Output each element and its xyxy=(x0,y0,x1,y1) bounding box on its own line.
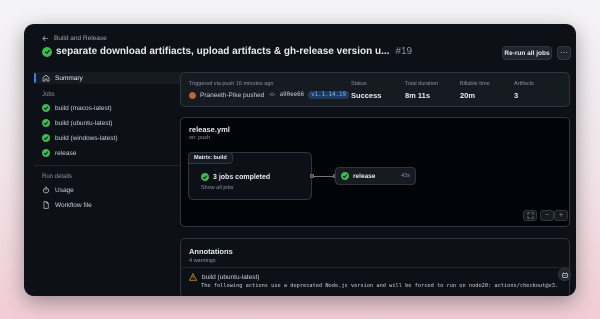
sidebar-item-label: build (ubuntu-latest) xyxy=(55,119,113,127)
file-icon xyxy=(42,201,50,209)
sidebar-item-label: Usage xyxy=(55,186,74,194)
success-check-icon xyxy=(341,172,349,180)
copilot-icon xyxy=(561,272,568,278)
release-job-label: release xyxy=(353,172,376,180)
annotations-divider xyxy=(181,267,569,268)
annotation-message: The following actions use a deprecated N… xyxy=(201,283,561,289)
more-options-button[interactable]: ··· xyxy=(557,46,571,60)
workflow-graph-card: release.yml on: push Matrix: build 3 job… xyxy=(180,117,570,227)
rerun-all-jobs-button[interactable]: Re-run all jobs xyxy=(502,46,552,60)
sidebar-item-label: build (macos-latest) xyxy=(55,104,112,112)
success-check-icon xyxy=(42,149,50,157)
sidebar-divider xyxy=(34,165,184,166)
back-label: Build and Release xyxy=(54,35,107,42)
sidebar-item-workflow-file[interactable]: Workflow file xyxy=(34,199,184,211)
annotations-card: Annotations 4 warnings build (ubuntu-lat… xyxy=(180,238,570,296)
duration-label: Total duration xyxy=(405,81,439,87)
sidebar-item-usage[interactable]: Usage xyxy=(34,184,184,196)
success-check-icon xyxy=(42,134,50,142)
billable-value: 20m xyxy=(460,91,476,100)
sidebar-item-release[interactable]: release xyxy=(34,147,184,159)
run-summary-card: Triggered via push 16 minutes ago Pranee… xyxy=(180,72,570,107)
stopwatch-icon xyxy=(42,186,50,194)
sidebar-item-label: build (windows-latest) xyxy=(55,134,118,142)
duration-value: 8m 11s xyxy=(405,91,431,100)
sidebar-item-label: Workflow file xyxy=(55,201,92,209)
fullscreen-icon xyxy=(527,212,533,219)
artifacts-label: Artifacts xyxy=(514,81,534,87)
status-label: Status xyxy=(351,81,367,87)
annotations-title: Annotations xyxy=(189,247,233,256)
version-tag[interactable]: v1.1.14.19 xyxy=(308,91,350,99)
sidebar-item-build-ubuntu[interactable]: build (ubuntu-latest) xyxy=(34,117,184,129)
status-value: Success xyxy=(351,91,382,100)
sidebar-item-label: release xyxy=(55,149,77,157)
home-icon xyxy=(42,74,50,82)
fullscreen-button[interactable] xyxy=(523,210,537,221)
app-window: Build and Release separate download arti… xyxy=(24,24,576,296)
warning-icon xyxy=(189,273,197,281)
annotations-count: 4 warnings xyxy=(189,258,216,264)
workflow-file-name: release.yml xyxy=(189,125,230,134)
run-title: separate download artifiacts, upload art… xyxy=(56,46,390,57)
workflow-trigger: on: push xyxy=(189,135,211,141)
trigger-text: Triggered via push 16 minutes ago xyxy=(189,81,274,87)
matrix-label: Matrix: build xyxy=(188,152,233,164)
avatar xyxy=(189,91,196,99)
billable-label: Billable time xyxy=(460,81,490,87)
annotation-job[interactable]: build (ubuntu-latest) xyxy=(189,273,259,281)
connector-dot xyxy=(310,174,314,178)
sidebar-item-summary[interactable]: Summary xyxy=(34,72,184,84)
zoom-in-button[interactable]: + xyxy=(554,210,568,221)
back-link[interactable]: Build and Release xyxy=(42,35,107,42)
show-all-jobs-link[interactable]: Show all jobs xyxy=(201,185,233,191)
success-check-icon xyxy=(42,119,50,127)
jobs-heading: Jobs xyxy=(42,92,55,98)
success-check-icon xyxy=(42,104,50,112)
sidebar-item-label: Summary xyxy=(55,74,83,82)
success-check-icon xyxy=(201,173,209,181)
jobs-completed-text: 3 jobs completed xyxy=(213,173,271,181)
run-details-heading: Run details xyxy=(42,174,73,180)
release-job-node[interactable]: release 43s xyxy=(335,167,416,185)
commit-hash[interactable]: a90ee66 xyxy=(280,92,304,98)
matrix-status[interactable]: 3 jobs completed xyxy=(201,173,270,181)
sidebar: Summary Jobs build (macos-latest) build … xyxy=(34,72,184,214)
sidebar-item-build-windows[interactable]: build (windows-latest) xyxy=(34,132,184,144)
sidebar-item-build-macos[interactable]: build (macos-latest) xyxy=(34,102,184,114)
pusher-name[interactable]: Praneeth-Pike pushed xyxy=(200,92,264,99)
page-title: separate download artifiacts, upload art… xyxy=(42,46,472,57)
copilot-button[interactable] xyxy=(558,268,571,281)
release-job-duration: 43s xyxy=(401,173,410,179)
artifacts-value[interactable]: 3 xyxy=(514,91,518,100)
push-info: Praneeth-Pike pushed -o- a90ee66 v1.1.14… xyxy=(189,91,350,99)
zoom-out-button[interactable]: − xyxy=(540,210,554,221)
commit-icon: -o- xyxy=(268,92,276,98)
annotation-job-label: build (ubuntu-latest) xyxy=(202,273,260,281)
run-number: #19 xyxy=(395,46,413,57)
success-check-icon xyxy=(42,46,52,57)
arrow-left-icon xyxy=(42,36,49,41)
